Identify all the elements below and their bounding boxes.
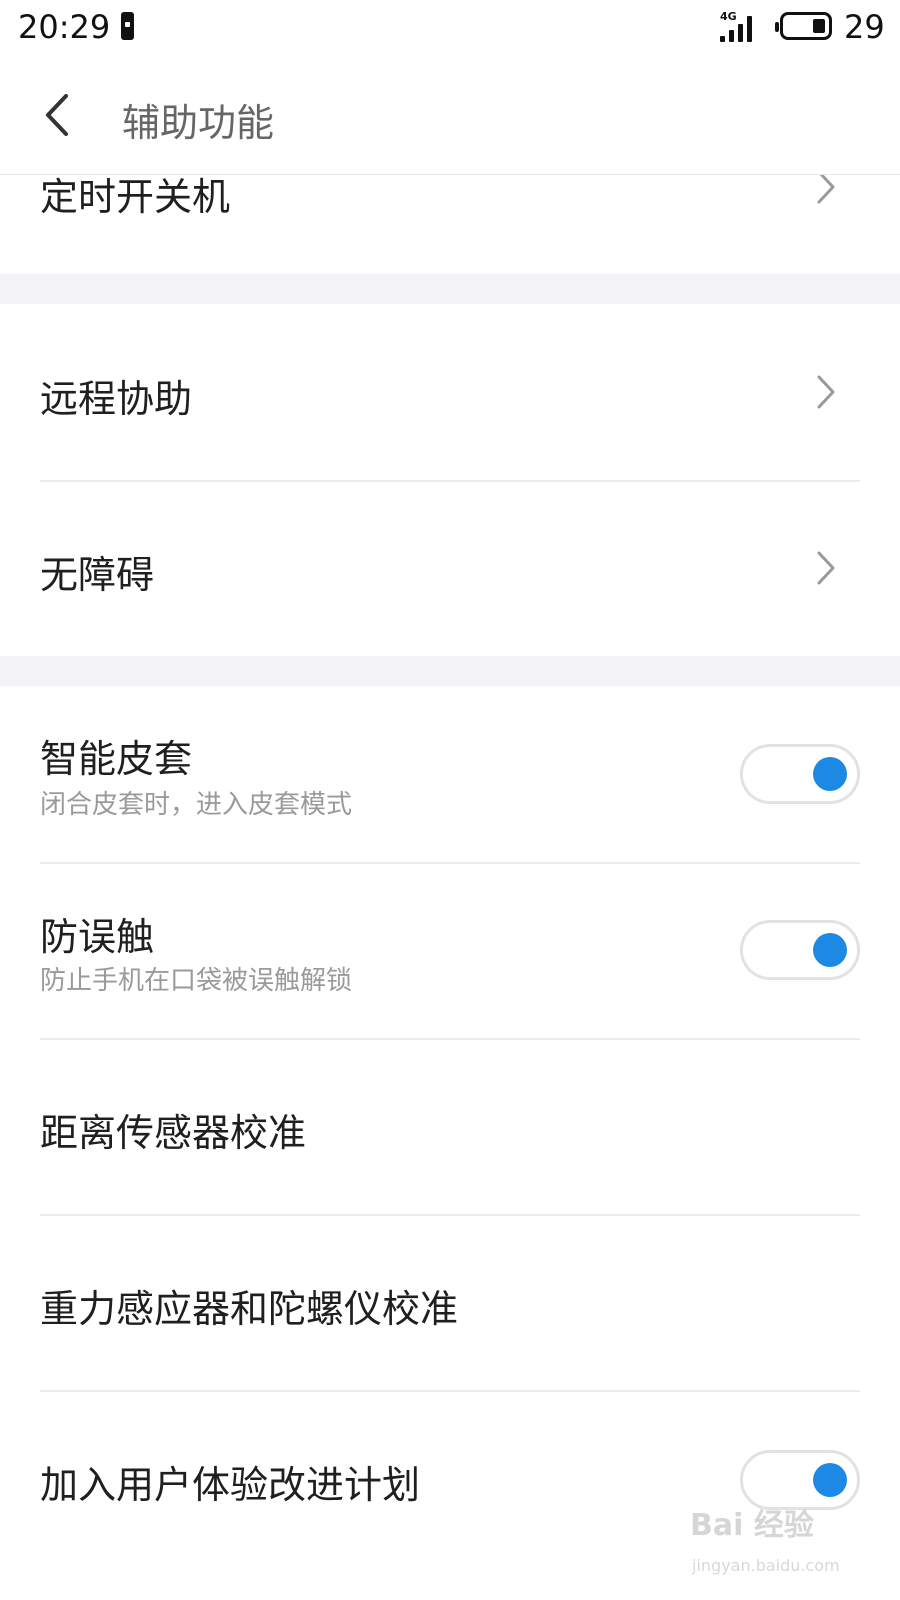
row-gravity-gyro-calibration[interactable]: 重力感应器和陀螺仪校准 bbox=[0, 1216, 900, 1390]
section-separator bbox=[0, 274, 900, 304]
row-remote-assist[interactable]: 远程协助 bbox=[0, 304, 900, 480]
smart-cover-toggle[interactable] bbox=[740, 744, 860, 804]
status-time: 20:29 bbox=[18, 8, 111, 46]
row-title-smart-cover: 智能皮套 bbox=[40, 737, 193, 781]
row-smart-cover: 智能皮套 闭合皮套时，进入皮套模式 bbox=[0, 686, 900, 862]
row-subtitle-anti-mistouch: 防止手机在口袋被误触解锁 bbox=[40, 966, 353, 996]
row-title-user-experience-program: 加入用户体验改进计划 bbox=[40, 1463, 421, 1507]
row-title-gravity-gyro-calibration: 重力感应器和陀螺仪校准 bbox=[40, 1287, 459, 1331]
row-accessibility[interactable]: 无障碍 bbox=[0, 482, 900, 656]
toggle-knob bbox=[813, 1463, 847, 1497]
section-separator bbox=[0, 656, 900, 686]
baidu-watermark-url: jingyan.baidu.com bbox=[692, 1556, 840, 1575]
back-arrow-icon[interactable] bbox=[40, 90, 80, 140]
signal-strength-icon bbox=[720, 16, 752, 42]
battery-saver-icon bbox=[121, 12, 134, 40]
anti-mistouch-toggle[interactable] bbox=[740, 920, 860, 980]
toggle-knob bbox=[813, 757, 847, 791]
row-subtitle-smart-cover: 闭合皮套时，进入皮套模式 bbox=[40, 790, 353, 820]
battery-icon bbox=[775, 12, 832, 40]
row-title-remote-assist: 远程协助 bbox=[40, 377, 193, 421]
row-title-accessibility: 无障碍 bbox=[40, 553, 155, 597]
app-header: 辅助功能 bbox=[0, 56, 900, 175]
battery-percent: 29 bbox=[844, 8, 885, 46]
row-title-proximity-calibration: 距离传感器校准 bbox=[40, 1111, 307, 1155]
status-bar: 20:29 4G 29 bbox=[0, 0, 900, 56]
baidu-watermark: Bai 经验 bbox=[690, 1508, 814, 1543]
row-proximity-calibration[interactable]: 距离传感器校准 bbox=[0, 1040, 900, 1214]
chevron-right-icon bbox=[817, 551, 835, 585]
row-anti-mistouch: 防误触 防止手机在口袋被误触解锁 bbox=[0, 864, 900, 1038]
toggle-knob bbox=[813, 933, 847, 967]
chevron-right-icon bbox=[817, 375, 835, 409]
row-title-anti-mistouch: 防误触 bbox=[40, 915, 155, 959]
page-title: 辅助功能 bbox=[122, 101, 275, 145]
